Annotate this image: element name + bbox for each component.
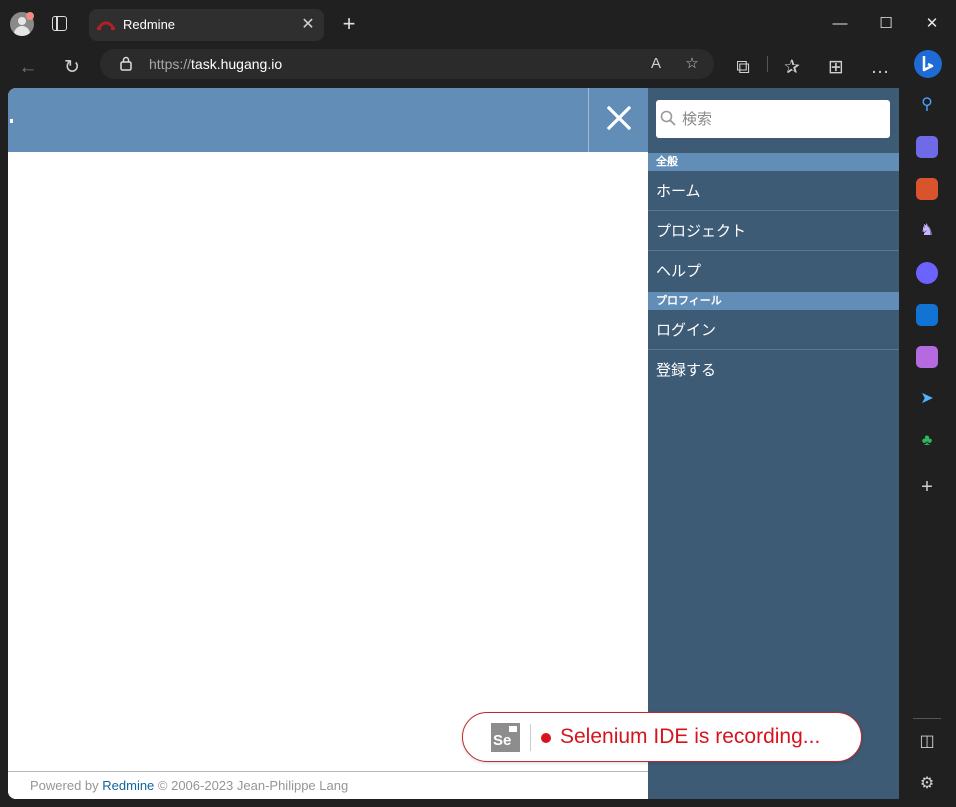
recording-dot-icon bbox=[541, 733, 551, 743]
close-icon bbox=[606, 105, 632, 131]
designer-icon[interactable] bbox=[916, 346, 938, 368]
back-arrow-icon[interactable]: ← bbox=[14, 54, 42, 82]
selenium-divider bbox=[530, 724, 531, 751]
browser-titlebar: Redmine ✕ + — ☐ ✕ bbox=[0, 0, 956, 48]
search-field[interactable] bbox=[656, 100, 890, 138]
collections-icon[interactable]: ⊞ bbox=[822, 54, 850, 82]
selenium-logo-text: Se bbox=[493, 732, 512, 749]
footer-redmine-link[interactable]: Redmine bbox=[102, 778, 154, 793]
browser-tab[interactable]: Redmine ✕ bbox=[89, 9, 324, 41]
plus-icon[interactable]: + bbox=[916, 476, 938, 498]
redmine-favicon-icon bbox=[97, 21, 115, 31]
url-host: task.hugang.io bbox=[191, 56, 283, 72]
menu-item-home[interactable]: ホーム bbox=[648, 171, 899, 211]
tab-actions-icon[interactable] bbox=[52, 16, 67, 31]
close-window-icon[interactable]: ✕ bbox=[920, 12, 944, 36]
menu-section-general: 全般 bbox=[648, 153, 899, 171]
notification-dot bbox=[26, 12, 34, 20]
search-icon[interactable]: ⚲ bbox=[916, 94, 938, 116]
page-footer: Powered by Redmine © 2006-2023 Jean-Phil… bbox=[8, 771, 648, 799]
menu-item-help[interactable]: ヘルプ bbox=[648, 251, 899, 291]
browser-toolbar: ← ↻ https://task.hugang.io A ☆ ⧉ ✰ ⊞ … bbox=[0, 48, 956, 88]
header-fragment bbox=[10, 119, 13, 123]
favorites-icon[interactable]: ✰ bbox=[778, 54, 806, 82]
footer-copyright: © 2006-2023 Jean-Philippe Lang bbox=[154, 778, 349, 793]
menu-section-profile: プロフィール bbox=[648, 292, 899, 310]
maximize-icon[interactable]: ☐ bbox=[874, 12, 898, 36]
plus-icon[interactable]: + bbox=[338, 13, 360, 35]
sidebar-divider bbox=[913, 718, 941, 719]
tools-icon[interactable] bbox=[916, 178, 938, 200]
tab-title: Redmine bbox=[123, 17, 176, 32]
toolbar-divider bbox=[767, 56, 768, 72]
shopping-tag-icon[interactable] bbox=[916, 136, 938, 158]
tree-icon[interactable]: ♣ bbox=[916, 430, 938, 452]
search-icon bbox=[660, 110, 676, 126]
add-favorite-icon[interactable]: ☆ bbox=[680, 52, 704, 76]
puzzle-icon[interactable]: ⧉ bbox=[729, 54, 757, 82]
edge-sidebar: ⚲ ♞ ➤ ♣ + ◫ ⚙ bbox=[899, 88, 956, 807]
url-text: https://task.hugang.io bbox=[149, 56, 282, 72]
footer-text: Powered by Redmine © 2006-2023 Jean-Phil… bbox=[30, 778, 348, 793]
outlook-icon[interactable] bbox=[916, 304, 938, 326]
selenium-recording-badge: Se Selenium IDE is recording... bbox=[462, 712, 862, 762]
close-tab-icon[interactable]: ✕ bbox=[298, 15, 318, 35]
page-header bbox=[8, 88, 648, 152]
search-input[interactable] bbox=[682, 108, 882, 130]
sidebar-toggle-icon[interactable]: ◫ bbox=[916, 731, 938, 753]
games-icon[interactable]: ♞ bbox=[916, 220, 938, 242]
read-aloud-icon[interactable]: A bbox=[644, 52, 668, 76]
menu-item-projects[interactable]: プロジェクト bbox=[648, 211, 899, 251]
close-menu-button[interactable] bbox=[588, 88, 648, 152]
footer-powered-by: Powered by bbox=[30, 778, 103, 793]
menu-item-register[interactable]: 登録する bbox=[648, 350, 899, 390]
lock-icon bbox=[120, 56, 132, 71]
recording-message: Selenium IDE is recording... bbox=[560, 725, 821, 748]
refresh-icon[interactable]: ↻ bbox=[58, 54, 86, 82]
menu-item-login[interactable]: ログイン bbox=[648, 310, 899, 350]
gear-icon[interactable]: ⚙ bbox=[916, 773, 938, 795]
flyout-menu: 全般 ホーム プロジェクト ヘルプ プロフィール ログイン 登録する bbox=[648, 88, 899, 799]
page-viewport: Powered by Redmine © 2006-2023 Jean-Phil… bbox=[8, 88, 899, 799]
selenium-logo-icon: Se bbox=[491, 723, 520, 752]
send-icon[interactable]: ➤ bbox=[916, 388, 938, 410]
copilot-icon[interactable] bbox=[916, 262, 938, 284]
url-prefix: https:// bbox=[149, 56, 192, 72]
minimize-icon[interactable]: — bbox=[828, 12, 852, 36]
address-bar[interactable]: https://task.hugang.io A ☆ bbox=[100, 49, 714, 79]
ellipsis-icon[interactable]: … bbox=[866, 54, 894, 82]
copilot-icon[interactable] bbox=[913, 49, 943, 79]
